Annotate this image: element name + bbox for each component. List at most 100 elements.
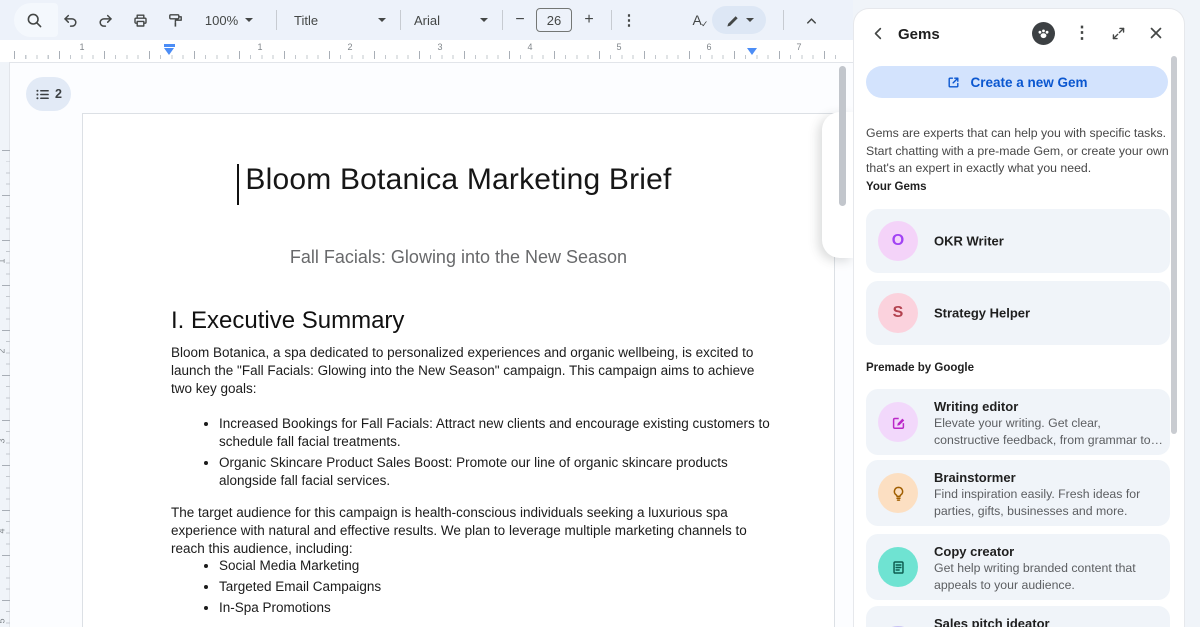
paragraph[interactable]: Bloom Botanica, a spa dedicated to perso… (171, 344, 763, 398)
ruler-number: 3 (437, 42, 442, 52)
chevron-down-icon (480, 18, 488, 22)
ruler-number: 5 (616, 42, 621, 52)
document-scrollbar[interactable] (839, 66, 846, 206)
gem-avatar (878, 402, 918, 442)
panel-more-options-icon[interactable]: ⋮ (1068, 19, 1096, 47)
indent-triangle (747, 48, 757, 55)
create-new-gem-label: Create a new Gem (970, 75, 1087, 90)
search-icon[interactable] (22, 6, 46, 34)
chevron-down-icon (746, 18, 754, 22)
list-icon (35, 87, 50, 102)
zoom-select[interactable]: 100% (198, 6, 260, 34)
ruler-number: 3 (0, 438, 7, 443)
expand-panel-icon[interactable] (1104, 19, 1132, 47)
gem-name: Sales pitch ideator (934, 616, 1050, 627)
pen-icon (724, 13, 739, 28)
zoom-value: 100% (205, 13, 238, 28)
gems-description: Gems are experts that can help you with … (866, 125, 1174, 178)
font-value: Arial (414, 13, 440, 28)
indent-triangle (164, 48, 174, 55)
gem-name: Copy creator (934, 544, 1014, 559)
list-item[interactable]: Organic Skincare Product Sales Boost: Pr… (219, 454, 771, 490)
font-size-value: 26 (547, 13, 561, 28)
ruler-number: 2 (0, 348, 7, 353)
kebab-glyph: ⋮ (622, 11, 637, 29)
lightbulb-icon (890, 485, 907, 502)
list-item[interactable]: Increased Bookings for Fall Facials: Att… (219, 415, 771, 451)
paragraph-style-select[interactable]: Title (290, 6, 390, 34)
back-icon[interactable] (864, 19, 892, 47)
paragraph[interactable]: The target audience for this campaign is… (171, 504, 763, 558)
gem-name: Writing editor (934, 399, 1018, 414)
gem-card-brainstormer[interactable]: Brainstormer Find inspiration easily. Fr… (866, 460, 1170, 526)
ruler-number: 5 (0, 618, 7, 623)
docs-toolbar: 100% Title Arial − 26 + ⋮ A✓ (0, 0, 853, 40)
panel-scrollbar[interactable] (1171, 56, 1177, 434)
print-icon[interactable] (128, 6, 152, 34)
more-options-icon[interactable]: ⋮ (618, 6, 640, 34)
style-value: Title (294, 13, 318, 28)
toolbar-divider (400, 10, 401, 30)
left-indent-marker[interactable] (164, 44, 175, 55)
gems-panel: Gems ⋮ Create a new Gem Gems are experts… (853, 8, 1185, 627)
show-document-tabs-button[interactable]: 2 (26, 77, 71, 111)
font-size-input[interactable]: 26 (536, 8, 572, 32)
vertical-ruler[interactable]: 1 2 3 4 5 (1, 150, 10, 627)
bullet-list[interactable]: Social Media Marketing Targeted Email Ca… (171, 557, 771, 620)
font-select[interactable]: Arial (410, 6, 492, 34)
paint-format-icon[interactable] (163, 6, 187, 34)
ruler-number: 1 (79, 42, 84, 52)
gem-name: OKR Writer (934, 234, 1004, 249)
ruler-ticks (2, 150, 10, 627)
chevron-down-icon (245, 18, 253, 22)
undo-icon[interactable] (58, 6, 82, 34)
ruler-number: 1 (0, 258, 7, 263)
spell-checkmark: ✓ (701, 19, 709, 30)
side-panel-area: Gems ⋮ Create a new Gem Gems are experts… (853, 0, 1200, 627)
document-title-text[interactable]: Bloom Botanica Marketing Brief (83, 163, 834, 197)
ruler-number: 1 (257, 42, 262, 52)
redo-icon[interactable] (93, 6, 117, 34)
gem-description: Get help writing branded content that ap… (934, 560, 1166, 593)
horizontal-ruler[interactable]: 1 1 2 3 4 5 6 7 (0, 40, 853, 62)
kebab-glyph: ⋮ (1074, 23, 1091, 43)
list-item[interactable]: In-Spa Promotions (219, 599, 771, 617)
panel-title: Gems (898, 26, 940, 43)
editing-mode-select[interactable] (712, 6, 766, 34)
increase-font-size-button[interactable]: + (579, 6, 599, 34)
gem-card-sales-pitch-ideator[interactable]: Sales pitch ideator (866, 606, 1170, 627)
ruler-ticks (14, 51, 843, 59)
document-subtitle-text[interactable]: Fall Facials: Glowing into the New Seaso… (83, 247, 834, 268)
right-indent-marker[interactable] (747, 48, 757, 55)
hide-toolbar-icon[interactable] (798, 6, 824, 34)
list-item[interactable]: Targeted Email Campaigns (219, 578, 771, 596)
close-icon[interactable] (1142, 19, 1170, 47)
background-card-edge (822, 112, 854, 258)
gem-avatar (878, 547, 918, 587)
gem-card-okr-writer[interactable]: O OKR Writer (866, 209, 1170, 273)
first-line-indent-marker[interactable] (164, 44, 175, 47)
document-page[interactable]: Bloom Botanica Marketing Brief Fall Faci… (82, 113, 835, 627)
tabs-count-badge: 2 (55, 87, 62, 101)
spell-check-icon[interactable]: A✓ (688, 6, 714, 34)
gem-description: Elevate your writing. Get clear, constru… (934, 415, 1166, 448)
gem-name: Brainstormer (934, 470, 1016, 485)
decrease-font-size-button[interactable]: − (510, 6, 530, 34)
gem-card-copy-creator[interactable]: Copy creator Get help writing branded co… (866, 534, 1170, 600)
ruler-number: 4 (527, 42, 532, 52)
gem-card-strategy-helper[interactable]: S Strategy Helper (866, 281, 1170, 345)
create-new-gem-button[interactable]: Create a new Gem (866, 66, 1168, 98)
list-item[interactable]: Social Media Marketing (219, 557, 771, 575)
premade-by-google-label: Premade by Google (866, 362, 974, 374)
gem-initial: O (892, 232, 904, 250)
bullet-list[interactable]: Increased Bookings for Fall Facials: Att… (171, 415, 771, 493)
gem-card-writing-editor[interactable]: Writing editor Elevate your writing. Get… (866, 389, 1170, 455)
paw-icon (1036, 26, 1051, 41)
document-heading[interactable]: I. Executive Summary (171, 307, 404, 335)
ruler-number: 4 (0, 528, 7, 533)
document-icon (890, 559, 907, 576)
gem-description: Find inspiration easily. Fresh ideas for… (934, 486, 1166, 519)
gem-name: Strategy Helper (934, 306, 1030, 321)
avatar[interactable] (1032, 22, 1055, 45)
edit-icon (890, 414, 907, 431)
